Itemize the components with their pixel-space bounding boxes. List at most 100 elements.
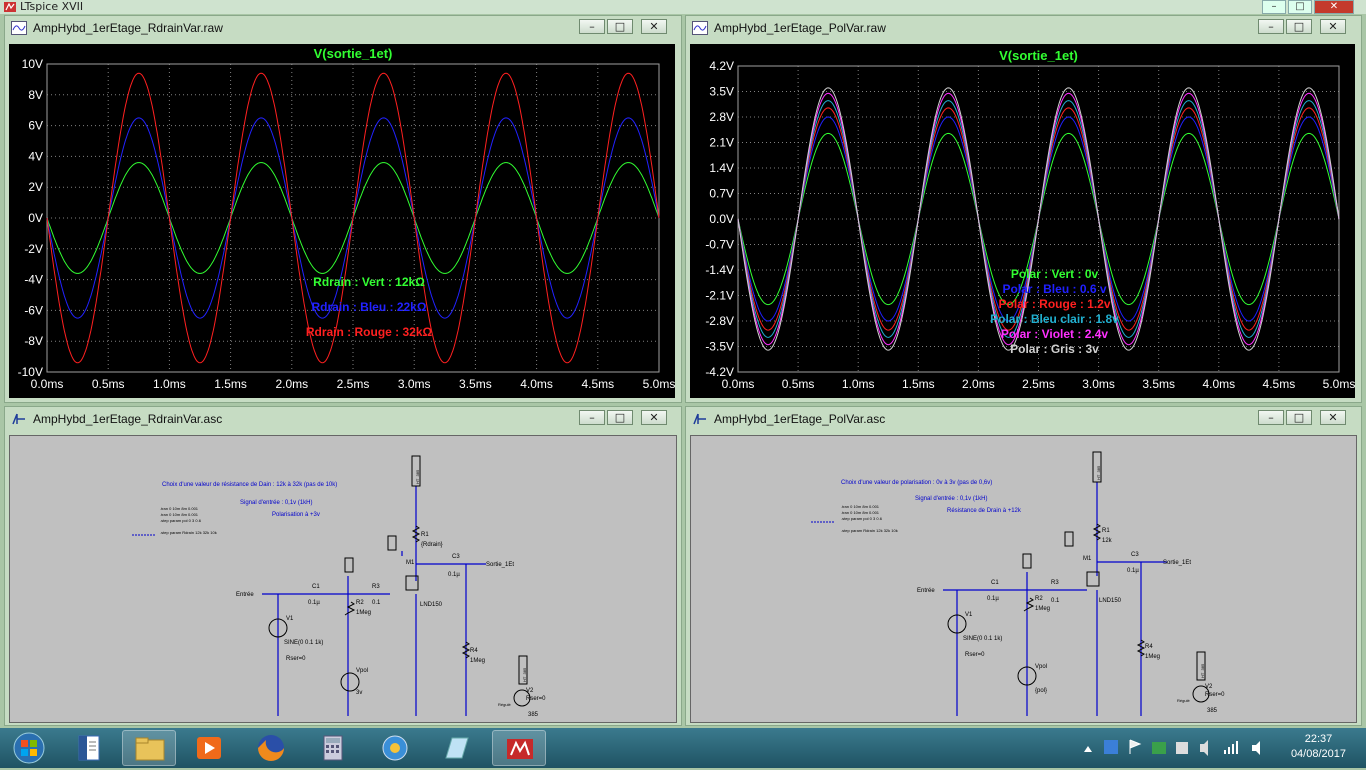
close-button[interactable]: ✕ [1320, 410, 1346, 425]
spice-directive: .step param pol 0 3 0.6 [160, 518, 202, 523]
app-title: LTspice XVII [20, 0, 84, 13]
taskbar-media[interactable] [182, 730, 236, 766]
spice-directive: .step param Rdrain 12k 32k 10k [841, 528, 898, 533]
y-tick-label: -3.5V [705, 340, 734, 354]
waveform-window-rdrain[interactable]: AmpHybd_1erEtage_RdrainVar.raw – □ ✕ V(s… [4, 15, 682, 403]
taskbar-word[interactable] [62, 730, 116, 766]
component-c1: C1 [312, 584, 320, 590]
schematic-canvas[interactable]: Choix d'une valeur de résistance de Dain… [9, 435, 677, 723]
schematic-window-rdrain[interactable]: AmpHybd_1erEtage_RdrainVar.asc – □ ✕ Cho… [4, 406, 682, 726]
x-tick-label: 3.5ms [1142, 377, 1175, 391]
taskbar-firefox[interactable] [244, 730, 298, 766]
volume-icon[interactable] [1252, 741, 1260, 755]
action-center-icon[interactable] [1129, 739, 1142, 754]
maximize-button[interactable]: □ [607, 410, 633, 425]
y-tick-label: 6V [28, 119, 43, 133]
update-icon[interactable] [1152, 742, 1166, 754]
y-tick-label: -2.1V [705, 289, 734, 303]
x-tick-label: 5.0ms [643, 377, 675, 391]
chart-pol[interactable]: V(sortie_1et) 4.2V 3.5V 2.8V 2.1V 1.4V 0.7V 0.0… [690, 44, 1355, 398]
minimize-button[interactable]: – [1258, 19, 1284, 34]
y-tick-label: 2.1V [709, 136, 734, 150]
usb-icon[interactable] [1200, 740, 1208, 756]
app-title-bar: LTspice XVII – □ ✕ [0, 0, 1366, 14]
schematic-icon [693, 413, 706, 425]
app-restore-button[interactable]: □ [1288, 0, 1312, 14]
schematic-window-pol[interactable]: AmpHybd_1erEtage_PolVar.asc – □ ✕ Choix … [685, 406, 1362, 726]
component-v2-value: 385 [528, 712, 539, 718]
y-tick-label: 4.2V [709, 59, 734, 73]
x-tick-label: 5.0ms [1323, 377, 1355, 391]
component-v1-value: SINE(0 0.1 1k) [963, 636, 1002, 642]
window-titlebar[interactable]: AmpHybd_1erEtage_PolVar.raw – □ ✕ [686, 16, 1361, 40]
schematic-canvas[interactable]: Choix d'une valeur de polarisation : 0v … [690, 435, 1357, 723]
waveform-window-pol[interactable]: AmpHybd_1erEtage_PolVar.raw – □ ✕ V(sort… [685, 15, 1362, 403]
component-r2: R2 [356, 600, 364, 606]
taskbar-calculator[interactable] [306, 730, 360, 766]
close-button[interactable]: ✕ [1320, 19, 1346, 34]
component-r1: R1 [1102, 528, 1110, 534]
component-c1-value: 0.1µ [987, 596, 999, 602]
schematic-note: Polarisation à +3v [272, 512, 320, 518]
window-titlebar[interactable]: AmpHybd_1erEtage_RdrainVar.raw – □ ✕ [5, 16, 681, 40]
component-r3: R3 [372, 584, 380, 590]
waveform-plot-panel[interactable]: V(sortie_1et) 4.2V 3.5V 2.8V 2.1V 1.4V 0.7V 0.0… [690, 44, 1355, 398]
schematic-drawing[interactable]: Choix d'une valeur de résistance de Dain… [10, 436, 676, 722]
y-tick-label: 4V [28, 149, 43, 163]
globe-icon [382, 735, 408, 761]
spice-directive: .tran 0 10m 8m 0.001 [160, 512, 199, 517]
x-tick-label: 2.0ms [962, 377, 995, 391]
spice-directive: .step param Rdrain 12k 32k 10k [160, 530, 217, 535]
schematic-note: Signal d'entrée : 0,1v (1kH) [915, 496, 988, 502]
component-r1: R1 [421, 532, 429, 538]
x-tick-label: 1.5ms [214, 377, 247, 391]
component-v2-value: 385 [1207, 708, 1218, 714]
window-titlebar[interactable]: AmpHybd_1erEtage_PolVar.asc – □ ✕ [686, 407, 1361, 431]
x-tick-label: 2.5ms [337, 377, 370, 391]
close-button[interactable]: ✕ [641, 19, 667, 34]
component-c3: C3 [452, 554, 460, 560]
taskbar-ltspice[interactable] [492, 730, 546, 766]
taskbar-explorer[interactable] [122, 730, 176, 766]
net-label-hv2: HT_385 [1200, 663, 1205, 678]
spice-directive: .tran 0 10m 8m 0.001 [841, 504, 880, 509]
maximize-button[interactable]: □ [1286, 19, 1312, 34]
component-c1-value: 0.1µ [308, 600, 320, 606]
net-label-out: Sortie_1Et [486, 562, 514, 568]
window-title: AmpHybd_1erEtage_PolVar.asc [714, 412, 886, 426]
minimize-button[interactable]: – [579, 410, 605, 425]
show-hidden-icons-icon[interactable] [1084, 746, 1092, 752]
network-status-icon[interactable] [1104, 740, 1118, 754]
waveform-plot-panel[interactable]: V(sortie_1et) 10V 8V 6V 4V 2V 0V -2V -4V -6V -8V -1… [9, 44, 675, 398]
close-button[interactable]: ✕ [641, 410, 667, 425]
waveform-icon [692, 21, 708, 35]
taskbar-clock[interactable]: 22:37 04/08/2017 [1291, 732, 1346, 762]
signal-bars-icon[interactable] [1224, 741, 1238, 754]
maximize-button[interactable]: □ [607, 19, 633, 34]
document-icon [78, 735, 100, 761]
component-r4: R4 [470, 648, 478, 654]
component-v1-value: SINE(0 0.1 1k) [284, 640, 323, 646]
app-minimize-button[interactable]: – [1262, 0, 1286, 14]
y-tick-label: 3.5V [709, 85, 734, 99]
x-tick-label: 0.0ms [31, 377, 64, 391]
maximize-button[interactable]: □ [1286, 410, 1312, 425]
media-player-icon [197, 737, 221, 759]
start-button[interactable] [2, 730, 56, 766]
component-r1-value: 12k [1102, 538, 1113, 544]
minimize-button[interactable]: – [1258, 410, 1284, 425]
component-vpol-value: {pol} [1035, 688, 1047, 694]
window-titlebar[interactable]: AmpHybd_1erEtage_RdrainVar.asc – □ ✕ [5, 407, 681, 431]
app-close-button[interactable]: ✕ [1314, 0, 1354, 14]
component-v2-rser: Rser=0 [1205, 692, 1225, 698]
schematic-drawing[interactable]: Choix d'une valeur de polarisation : 0v … [691, 436, 1356, 722]
taskbar-app[interactable] [368, 730, 422, 766]
schematic-note: Résistance de Drain à +12k [947, 508, 1022, 514]
chart-rdrain[interactable]: V(sortie_1et)10V8V6V4V2V0V-2V-4V-6V-8V-1… [9, 44, 676, 398]
device-icon[interactable] [1176, 742, 1188, 754]
taskbar-notepad[interactable] [430, 730, 484, 766]
legend-label: Polar : Bleu : 0.6 v [1002, 282, 1106, 296]
minimize-button[interactable]: – [579, 19, 605, 34]
legend-label: Rdrain : Vert : 12kΩ [313, 275, 425, 289]
x-tick-label: 4.0ms [1202, 377, 1235, 391]
